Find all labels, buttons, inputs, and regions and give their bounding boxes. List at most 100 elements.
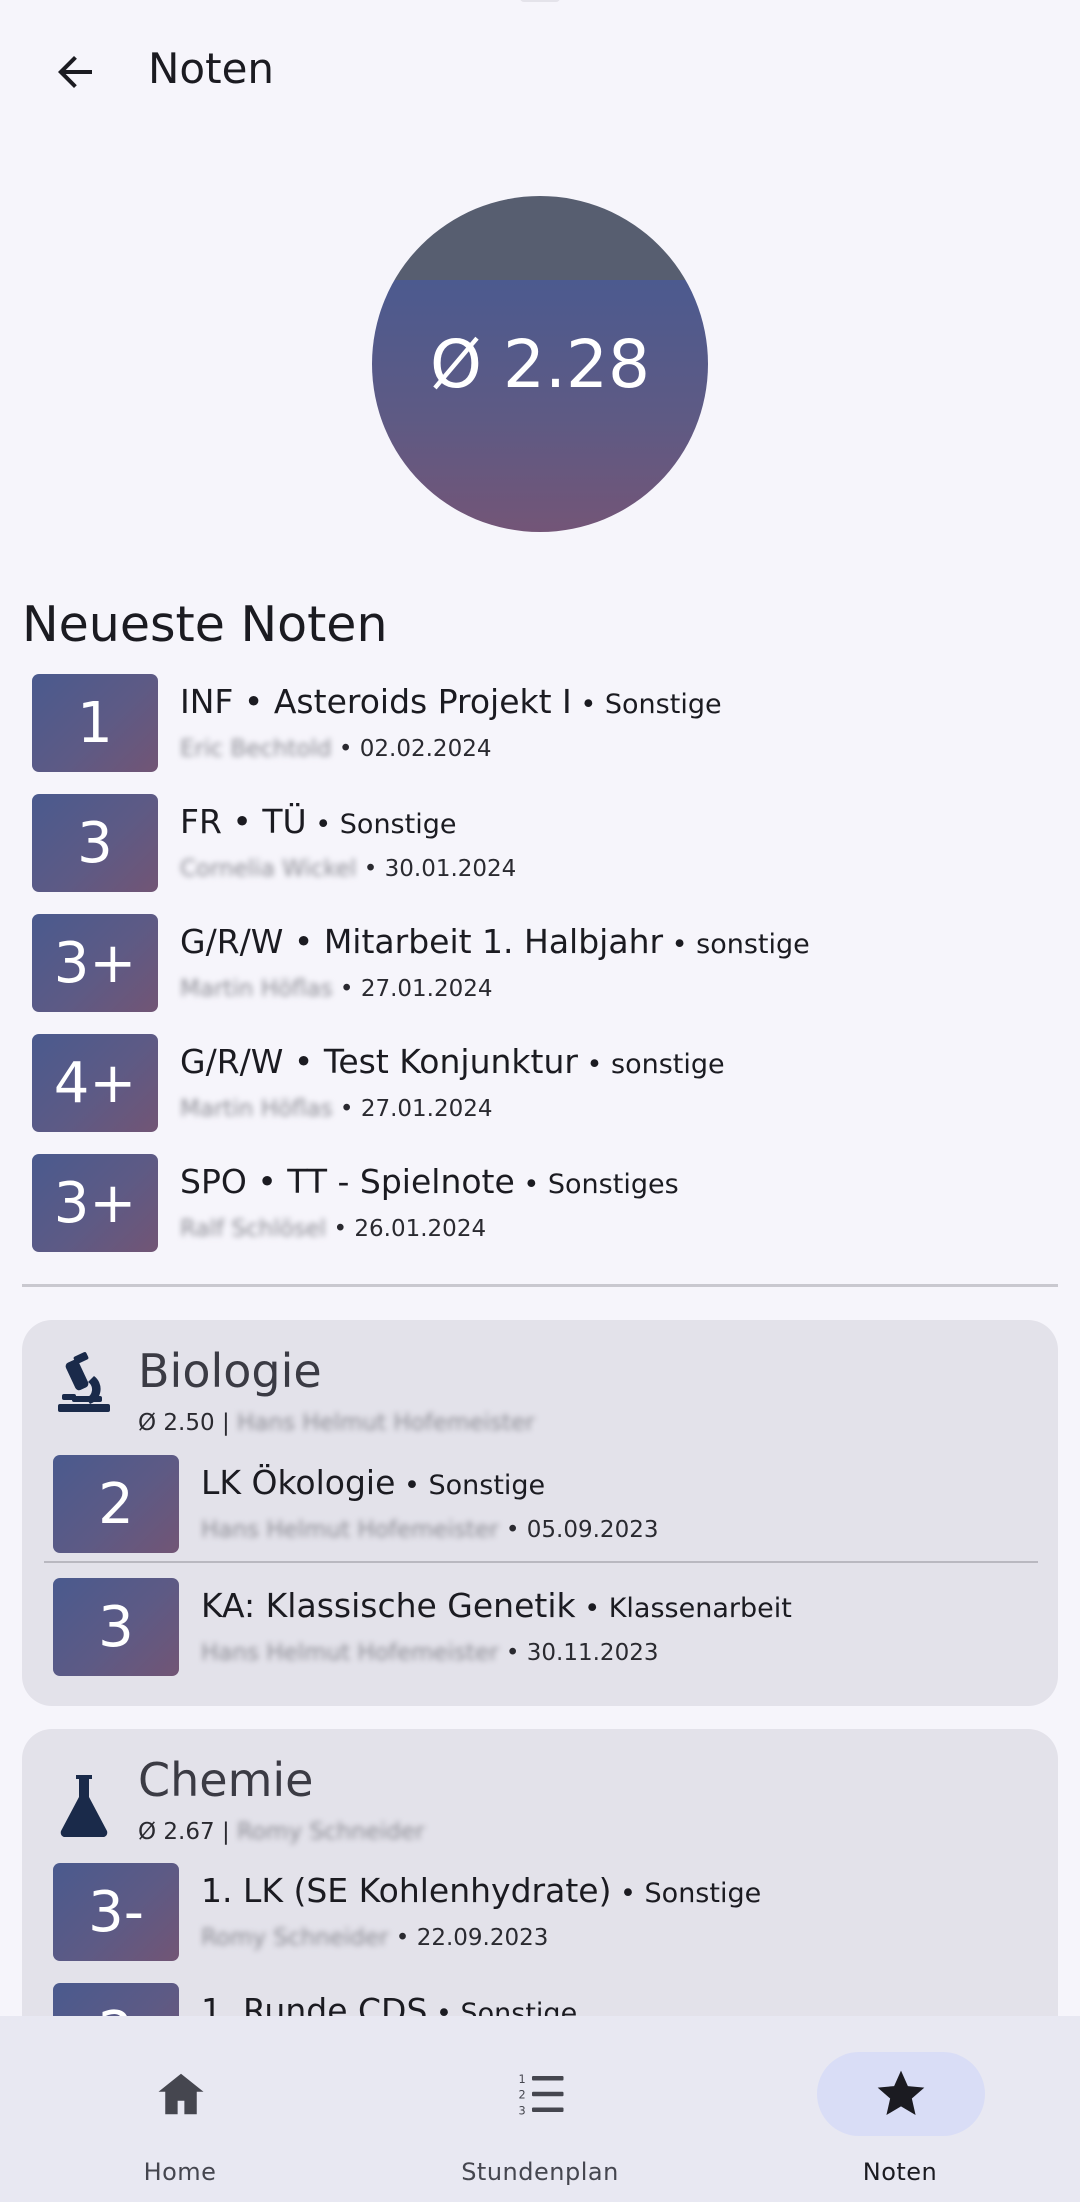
grade-subject: G/R/W bbox=[180, 1042, 284, 1081]
latest-grade-row[interactable]: 3+ G/R/W • Mitarbeit 1. Halbjahr • sonst… bbox=[32, 914, 1052, 1012]
subject-average: Ø 2.50 bbox=[138, 1410, 215, 1436]
grade-meta-line: Cornelia Wickel • 30.01.2024 bbox=[180, 856, 517, 882]
grade-title-line: INF • Asteroids Projekt I • Sonstige bbox=[180, 682, 722, 721]
nav-pill bbox=[97, 2052, 265, 2136]
grade-badge: 2 bbox=[53, 1455, 179, 1553]
status-notch bbox=[520, 0, 560, 2]
grade-subject: INF bbox=[180, 682, 234, 721]
grade-badge: 3+ bbox=[32, 914, 158, 1012]
grade-meta-line: Romy Schneider • 22.09.2023 bbox=[201, 1925, 549, 1951]
list-icon: 1 2 3 bbox=[519, 2073, 564, 2117]
grade-type: Sonstige bbox=[428, 1470, 546, 1501]
grade-subject: SPO bbox=[180, 1162, 247, 1201]
grade-title-line: FR • TÜ • Sonstige bbox=[180, 802, 457, 841]
subject-grade-row[interactable]: 2 LK Ökologie • Sonstige Hans Helmut Hof… bbox=[53, 1455, 1033, 1553]
home-icon bbox=[158, 2073, 204, 2115]
grade-title-line: 1. LK (SE Kohlenhydrate) • Sonstige bbox=[201, 1871, 762, 1910]
grade-type: Sonstige bbox=[644, 1878, 762, 1909]
average-indicator: Ø 2.28 bbox=[372, 196, 708, 532]
section-divider bbox=[22, 1284, 1058, 1287]
teacher-name: Martin Höflas bbox=[180, 1096, 333, 1122]
grade-name: TÜ bbox=[262, 802, 307, 841]
microscope-icon bbox=[58, 1352, 110, 1412]
grade-badge: 3+ bbox=[32, 1154, 158, 1252]
teacher-name: Eric Bechtold bbox=[180, 736, 332, 762]
card-row-divider bbox=[44, 1561, 1038, 1563]
star-icon bbox=[877, 2070, 925, 2115]
grade-title-line: G/R/W • Test Konjunktur • sonstige bbox=[180, 1042, 725, 1081]
grade-date: 27.01.2024 bbox=[360, 976, 493, 1002]
grade-type: Sonstige bbox=[604, 689, 722, 720]
grade-badge: 3- bbox=[53, 1863, 179, 1961]
nav-item-noten[interactable]: Noten bbox=[720, 2016, 1080, 2202]
grade-title-line: G/R/W • Mitarbeit 1. Halbjahr • sonstige bbox=[180, 922, 810, 961]
nav-pill: 1 2 3 bbox=[457, 2052, 625, 2136]
grade-badge: 3 bbox=[32, 794, 158, 892]
grade-title-line: SPO • TT - Spielnote • Sonstiges bbox=[180, 1162, 679, 1201]
average-value: Ø 2.28 bbox=[430, 325, 650, 403]
grade-meta-line: Ralf Schlösel • 26.01.2024 bbox=[180, 1216, 487, 1242]
latest-grade-row[interactable]: 1 INF • Asteroids Projekt I • Sonstige E… bbox=[32, 674, 1052, 772]
arrow-left-icon bbox=[58, 56, 92, 88]
teacher-name: Ralf Schlösel bbox=[180, 1216, 327, 1242]
grade-name: LK Ökologie bbox=[201, 1463, 396, 1502]
subject-teacher: Romy Schneider bbox=[237, 1819, 425, 1845]
nav-label: Stundenplan bbox=[461, 2158, 619, 2186]
grade-title-line: KA: Klassische Genetik • Klassenarbeit bbox=[201, 1586, 792, 1625]
nav-item-stundenplan[interactable]: 1 2 3 Stundenplan bbox=[360, 2016, 720, 2202]
grade-meta-line: Hans Helmut Hofemeister • 05.09.2023 bbox=[201, 1517, 659, 1543]
grades-screen: Noten Ø 2.28 Neueste Noten 1 INF • Aster… bbox=[0, 0, 1080, 2202]
grade-subject: G/R/W bbox=[180, 922, 284, 961]
grade-date: 27.01.2024 bbox=[360, 1096, 493, 1122]
subject-average-line: Ø 2.50 | Hans Helmut Hofemeister bbox=[138, 1410, 535, 1436]
teacher-name: Hans Helmut Hofemeister bbox=[201, 1640, 499, 1666]
grade-name: Test Konjunktur bbox=[323, 1042, 578, 1081]
grade-badge: 3 bbox=[53, 1578, 179, 1676]
latest-grade-row[interactable]: 4+ G/R/W • Test Konjunktur • sonstige Ma… bbox=[32, 1034, 1052, 1132]
subject-grade-row[interactable]: 3- 1. LK (SE Kohlenhydrate) • Sonstige R… bbox=[53, 1863, 1033, 1961]
subject-name: Chemie bbox=[138, 1753, 314, 1807]
nav-label: Noten bbox=[862, 2158, 938, 2186]
svg-text:3: 3 bbox=[519, 2104, 526, 2117]
grade-type: sonstige bbox=[696, 929, 810, 960]
nav-item-home[interactable]: Home bbox=[0, 2016, 360, 2202]
back-button[interactable] bbox=[44, 40, 108, 104]
teacher-name: Romy Schneider bbox=[201, 1925, 389, 1951]
svg-text:2: 2 bbox=[519, 2089, 526, 2102]
grade-date: 05.09.2023 bbox=[526, 1517, 659, 1543]
latest-grade-row[interactable]: 3 FR • TÜ • Sonstige Cornelia Wickel • 3… bbox=[32, 794, 1052, 892]
grade-meta-line: Martin Höflas • 27.01.2024 bbox=[180, 1096, 493, 1122]
grade-name: TT - Spielnote bbox=[287, 1162, 515, 1201]
grade-date: 26.01.2024 bbox=[354, 1216, 487, 1242]
nav-pill-active bbox=[817, 2052, 985, 2136]
grade-name: KA: Klassische Genetik bbox=[201, 1586, 576, 1625]
subject-card-biologie[interactable]: Biologie Ø 2.50 | Hans Helmut Hofemeiste… bbox=[22, 1320, 1058, 1706]
subject-teacher: Hans Helmut Hofemeister bbox=[237, 1410, 535, 1436]
subject-name: Biologie bbox=[138, 1344, 322, 1398]
grade-name: Asteroids Projekt I bbox=[273, 682, 572, 721]
grade-meta-line: Martin Höflas • 27.01.2024 bbox=[180, 976, 493, 1002]
grade-date: 30.01.2024 bbox=[384, 856, 517, 882]
grade-name: 1. LK (SE Kohlenhydrate) bbox=[201, 1871, 612, 1910]
subject-grade-row[interactable]: 3 KA: Klassische Genetik • Klassenarbeit… bbox=[53, 1578, 1033, 1676]
latest-grade-row[interactable]: 3+ SPO • TT - Spielnote • Sonstiges Ralf… bbox=[32, 1154, 1052, 1252]
grade-type: Klassenarbeit bbox=[608, 1593, 792, 1624]
nav-label: Home bbox=[143, 2158, 217, 2186]
page-title: Noten bbox=[148, 44, 275, 93]
grade-badge: 4+ bbox=[32, 1034, 158, 1132]
teacher-name: Hans Helmut Hofemeister bbox=[201, 1517, 499, 1543]
grade-type: Sonstige bbox=[339, 809, 457, 840]
grade-subject: FR bbox=[180, 802, 222, 841]
teacher-name: Martin Höflas bbox=[180, 976, 333, 1002]
grade-date: 30.11.2023 bbox=[526, 1640, 659, 1666]
grade-date: 02.02.2024 bbox=[359, 736, 492, 762]
grade-type: Sonstiges bbox=[547, 1169, 679, 1200]
latest-grades-heading: Neueste Noten bbox=[22, 596, 388, 653]
bottom-navigation: Home 1 2 3 Stundenplan Noten bbox=[0, 2016, 1080, 2202]
subject-average-line: Ø 2.67 | Romy Schneider bbox=[138, 1819, 425, 1845]
grade-meta-line: Eric Bechtold • 02.02.2024 bbox=[180, 736, 492, 762]
grade-date: 22.09.2023 bbox=[416, 1925, 549, 1951]
grade-badge: 1 bbox=[32, 674, 158, 772]
teacher-name: Cornelia Wickel bbox=[180, 856, 357, 882]
subject-average: Ø 2.67 bbox=[138, 1819, 215, 1845]
